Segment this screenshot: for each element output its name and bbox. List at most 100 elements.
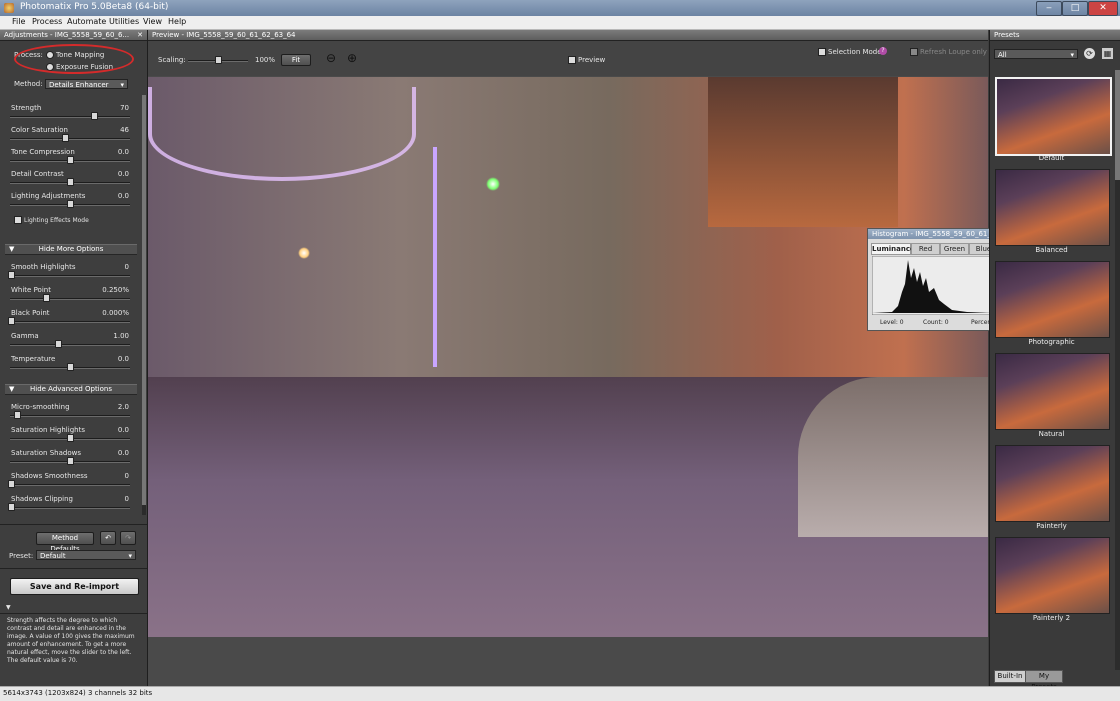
slider-value: 0 — [124, 263, 129, 271]
preset-label: Painterly 2 — [1032, 614, 1071, 622]
scaling-slider-thumb[interactable] — [215, 56, 222, 64]
preview-header: Preview - IMG_5558_59_60_61_62_63_64 — [148, 30, 988, 41]
slider-label: Lighting Adjustments — [11, 192, 86, 200]
preset-dropdown[interactable]: Default ▾ — [36, 550, 136, 560]
refresh-loupe-checkbox[interactable] — [910, 48, 918, 56]
close-button[interactable]: ✕ — [1088, 1, 1118, 16]
slider-label: Color Saturation — [11, 126, 68, 134]
preset-thumbnail[interactable] — [995, 169, 1110, 246]
slider-value: 0.0 — [117, 148, 129, 156]
refresh-icon[interactable]: ⟳ — [1084, 48, 1095, 59]
slider-thumb[interactable] — [67, 434, 74, 442]
close-icon[interactable]: ✕ — [137, 30, 143, 41]
slider-thumb[interactable] — [43, 294, 50, 302]
grid-view-icon[interactable]: ▦ — [1102, 48, 1113, 59]
title-bar: Photomatix Pro 5.0Beta8 (64-bit) ‒ □ ✕ — [0, 0, 1120, 17]
preset-thumbnail[interactable] — [995, 537, 1110, 614]
slider-label: White Point — [11, 286, 51, 294]
adjustments-scrollbar[interactable] — [142, 95, 146, 515]
menu-view[interactable]: View — [143, 17, 162, 26]
slider-value: 0.0 — [117, 355, 129, 363]
tab-my-presets[interactable]: My Presets — [1025, 670, 1063, 691]
status-bar: 5614x3743 (1203x824) 3 channels 32 bits — [0, 686, 1120, 701]
undo-button[interactable]: ↶ — [100, 531, 116, 545]
slider-track[interactable] — [10, 415, 130, 417]
tab-luminance[interactable]: Luminance — [871, 243, 915, 255]
menu-help[interactable]: Help — [168, 17, 186, 26]
slider-value: 0.250% — [102, 286, 129, 294]
slider-thumb[interactable] — [8, 271, 15, 279]
slider-thumb[interactable] — [67, 363, 74, 371]
maximize-button[interactable]: □ — [1062, 1, 1088, 16]
app-icon — [4, 3, 14, 13]
slider-track[interactable] — [10, 321, 130, 323]
hide-advanced-options-toggle[interactable]: ▼ Hide Advanced Options — [5, 384, 137, 395]
method-dropdown[interactable]: Details Enhancer ▾ — [45, 79, 128, 89]
preset-label: Natural — [1038, 430, 1065, 438]
preview-title: Preview - IMG_5558_59_60_61_62_63_64 — [152, 31, 296, 39]
slider-thumb[interactable] — [8, 503, 15, 511]
method-defaults-button[interactable]: Method Defaults — [36, 532, 94, 553]
slider-track[interactable] — [10, 116, 130, 118]
selection-mode-checkbox[interactable] — [818, 48, 826, 56]
tab-red[interactable]: Red — [911, 243, 940, 255]
hide-more-options-toggle[interactable]: ▼ Hide More Options — [5, 244, 137, 255]
slider-track[interactable] — [10, 507, 130, 509]
slider-thumb[interactable] — [67, 156, 74, 164]
menu-process[interactable]: Process — [32, 17, 62, 26]
preview-panel: Preview - IMG_5558_59_60_61_62_63_64 Sca… — [148, 30, 1029, 686]
slider-thumb[interactable] — [55, 340, 62, 348]
save-and-reimport-button[interactable]: Save and Re-import — [10, 578, 139, 595]
preset-label: Painterly — [1036, 522, 1067, 530]
preset-filter-dropdown[interactable]: All ▾ — [994, 49, 1078, 59]
slider-track[interactable] — [10, 275, 130, 277]
adjustments-title: Adjustments - IMG_5558_59_60_6... — [4, 31, 130, 39]
preset-thumbnail[interactable] — [995, 77, 1112, 156]
fit-button[interactable]: Fit — [281, 54, 311, 66]
annotation-circle — [14, 44, 134, 74]
minimize-button[interactable]: ‒ — [1036, 1, 1062, 16]
preset-label: Balanced — [1035, 246, 1068, 254]
preset-thumbnail[interactable] — [995, 261, 1110, 338]
triangle-down-icon: ▼ — [9, 385, 15, 393]
slider-thumb[interactable] — [67, 178, 74, 186]
menu-utilities[interactable]: Utilities — [109, 17, 139, 26]
slider-thumb[interactable] — [67, 457, 74, 465]
preset-label: Preset: — [9, 552, 34, 560]
slider-thumb[interactable] — [14, 411, 21, 419]
menu-bar: File Process Automate Utilities View Hel… — [0, 16, 1120, 30]
slider-thumb[interactable] — [67, 200, 74, 208]
preset-thumbnail[interactable] — [995, 445, 1110, 522]
redo-button[interactable]: ↷ — [120, 531, 136, 545]
slider-track[interactable] — [10, 298, 130, 300]
tab-built-in[interactable]: Built-In — [994, 670, 1026, 683]
presets-title: Presets — [994, 31, 1020, 39]
slider-track[interactable] — [10, 344, 130, 346]
slider-thumb[interactable] — [91, 112, 98, 120]
slider-thumb[interactable] — [8, 480, 15, 488]
tab-green[interactable]: Green — [940, 243, 969, 255]
preview-image[interactable] — [148, 77, 988, 637]
slider-thumb[interactable] — [62, 134, 69, 142]
help-icon[interactable]: ? — [879, 47, 887, 55]
preset-thumbnail[interactable] — [995, 353, 1110, 430]
presets-scrollbar[interactable] — [1115, 70, 1120, 670]
menu-file[interactable]: File — [12, 17, 25, 26]
scrollbar-thumb[interactable] — [1115, 70, 1120, 180]
slider-thumb[interactable] — [8, 317, 15, 325]
slider-track[interactable] — [10, 484, 130, 486]
scrollbar-thumb[interactable] — [142, 95, 146, 505]
preview-checkbox[interactable] — [568, 56, 576, 64]
method-value: Details Enhancer — [49, 81, 109, 89]
lighting-effects-checkbox[interactable] — [14, 216, 22, 224]
slider-value: 1.00 — [113, 332, 129, 340]
slider-value: 0.0 — [117, 170, 129, 178]
scaling-label: Scaling: — [158, 56, 186, 64]
slider-track[interactable] — [10, 138, 130, 140]
help-toggle-icon[interactable]: ▼ — [6, 604, 11, 611]
triangle-down-icon: ▼ — [9, 245, 15, 253]
zoom-out-icon[interactable]: ⊖ — [326, 51, 336, 65]
preset-label: Photographic — [1028, 338, 1075, 346]
menu-automate[interactable]: Automate — [67, 17, 106, 26]
zoom-in-icon[interactable]: ⊕ — [347, 51, 357, 65]
